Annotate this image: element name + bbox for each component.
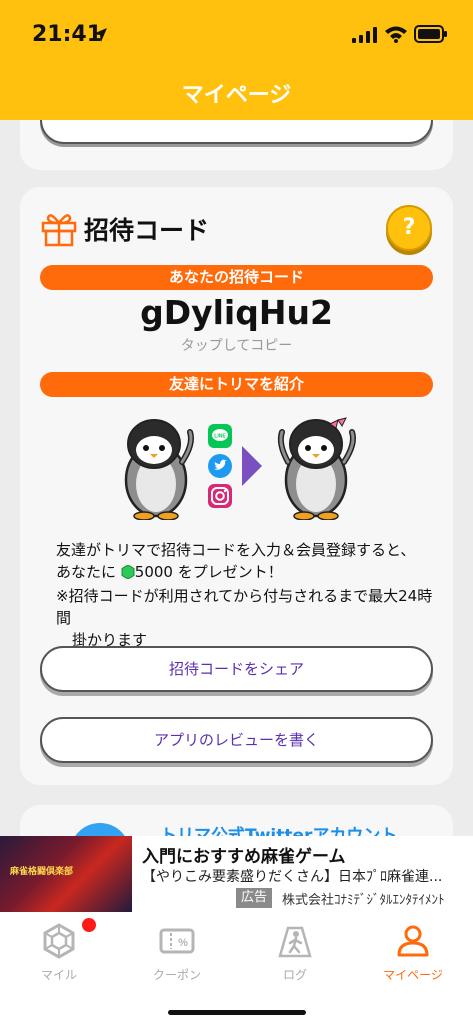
coupon-icon: % bbox=[159, 928, 195, 954]
tab-bar: マイル % クーポン ログ マイページ bbox=[0, 912, 473, 1024]
invite-code[interactable]: gDyliqHu2 bbox=[20, 293, 453, 332]
tab-label-mypage: マイページ bbox=[383, 968, 443, 982]
reward-amount: 5000 bbox=[134, 563, 173, 581]
referral-illustration: LINE bbox=[120, 414, 360, 520]
ad-banner[interactable]: 麻雀格闘倶楽部 入門におすすめ麻雀ゲーム 【やりこみ要素盛りだくさん】日本ﾌﾟﾛ… bbox=[0, 836, 473, 912]
invite-description: 友達がトリマで招待コードを入力＆会員登録すると、 あなたに 5000 をプレゼン… bbox=[56, 539, 415, 583]
person-icon bbox=[397, 925, 429, 957]
instagram-icon bbox=[208, 484, 232, 508]
help-button[interactable]: ? bbox=[386, 205, 432, 251]
introduce-friends-header: 友達にトリマを紹介 bbox=[40, 372, 433, 397]
home-indicator bbox=[168, 1010, 306, 1015]
notification-dot bbox=[82, 918, 96, 932]
description-suffix: をプレゼント！ bbox=[177, 563, 283, 581]
tab-mypage[interactable]: マイページ bbox=[354, 912, 472, 992]
penguin-left-icon bbox=[124, 419, 194, 520]
ad-image-text: 麻雀格闘倶楽部 bbox=[10, 867, 74, 877]
write-review-button[interactable]: アプリのレビューを書く bbox=[40, 717, 433, 763]
status-bar: 21:41 bbox=[0, 0, 473, 70]
arrow-right-icon bbox=[242, 446, 262, 486]
hexagon-gem-icon bbox=[43, 923, 75, 959]
invite-code-card: 招待コード ? あなたの招待コード gDyliqHu2 タップしてコピー 友達に… bbox=[20, 187, 453, 785]
note-line1: ※招待コードが利用されてから付与されるまで最大24時間 bbox=[56, 587, 433, 627]
description-line2: あなたに 5000 をプレゼント！ bbox=[56, 561, 415, 583]
ad-image[interactable]: 麻雀格闘倶楽部 bbox=[0, 836, 132, 912]
description-line1: 友達がトリマで招待コードを入力＆会員登録すると、 bbox=[56, 541, 416, 559]
gift-icon bbox=[41, 214, 77, 247]
share-invite-code-button[interactable]: 招待コードをシェア bbox=[40, 646, 433, 692]
tab-log[interactable]: ログ bbox=[236, 912, 354, 992]
page-title: マイページ bbox=[181, 83, 292, 108]
line-icon: LINE bbox=[208, 424, 232, 448]
tab-label-coupon: クーポン bbox=[152, 968, 201, 982]
wifi-icon bbox=[385, 26, 407, 43]
walking-person-icon bbox=[278, 926, 312, 958]
ad-badge: 広告 bbox=[236, 888, 273, 908]
description-prefix: あなたに bbox=[56, 563, 117, 581]
location-arrow-icon bbox=[93, 28, 107, 42]
tab-label-mile: マイル bbox=[40, 968, 77, 982]
svg-text:LINE: LINE bbox=[214, 434, 226, 440]
invite-card-title: 招待コード bbox=[84, 216, 210, 245]
ad-sponsor: 株式会社ｺﾅﾐﾃﾞｼﾞﾀﾙｴﾝﾀﾃｲﾒﾝﾄ bbox=[282, 893, 445, 908]
invite-code-header: あなたの招待コード bbox=[40, 265, 433, 290]
tab-coupon[interactable]: % クーポン bbox=[118, 912, 236, 992]
mile-gem-icon bbox=[121, 565, 135, 579]
app-header: 21:41 マイページ bbox=[0, 0, 473, 120]
twitter-icon bbox=[208, 454, 232, 478]
battery-icon bbox=[414, 25, 447, 43]
ad-title[interactable]: 入門におすすめ麻雀ゲーム bbox=[142, 842, 346, 867]
tap-to-copy-hint[interactable]: タップしてコピー bbox=[20, 335, 453, 355]
tab-mile[interactable]: マイル bbox=[0, 912, 118, 992]
svg-text:%: % bbox=[178, 937, 188, 949]
cellular-signal-icon bbox=[352, 27, 377, 43]
penguin-right-icon bbox=[277, 417, 356, 520]
tab-label-log: ログ bbox=[282, 968, 307, 982]
ad-description[interactable]: 【やりこみ要素盛りだくさん】日本ﾌﾟﾛ麻雀連... bbox=[142, 866, 470, 886]
invite-note: ※招待コードが利用されてから付与されるまで最大24時間 掛かります bbox=[56, 585, 436, 651]
